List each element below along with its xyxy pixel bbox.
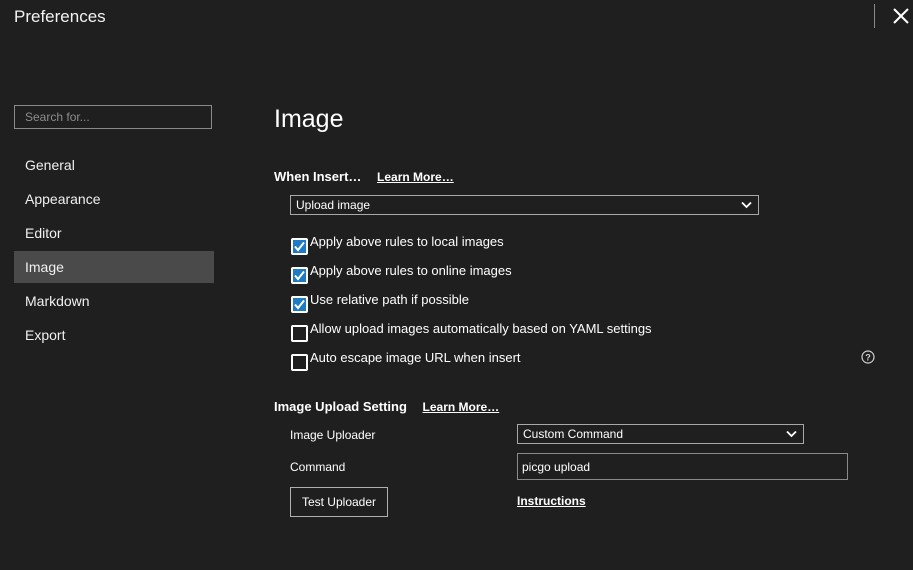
local-images-checkbox[interactable] xyxy=(291,238,308,255)
auto-escape-label: Auto escape image URL when insert xyxy=(310,350,521,365)
question-circle-icon[interactable]: ? xyxy=(861,350,875,364)
relative-path-checkbox[interactable] xyxy=(291,296,308,313)
preferences-window: Preferences General Appearance Editor Im… xyxy=(0,0,913,570)
command-input[interactable] xyxy=(517,453,848,480)
title-divider xyxy=(874,4,875,28)
chevron-down-icon xyxy=(786,430,797,438)
upload-setting-heading: Image Upload Setting xyxy=(274,399,407,414)
when-insert-select[interactable]: Upload image xyxy=(290,195,759,215)
when-insert-section: When Insert… Learn More… xyxy=(274,169,454,184)
command-label: Command xyxy=(290,460,346,474)
image-uploader-label: Image Uploader xyxy=(290,428,376,442)
online-images-checkbox[interactable] xyxy=(291,267,308,284)
checkmark-icon xyxy=(294,299,305,310)
close-button[interactable] xyxy=(888,3,913,29)
instructions-link[interactable]: Instructions xyxy=(517,494,586,508)
window-title: Preferences xyxy=(14,7,106,26)
when-insert-select-value: Upload image xyxy=(296,198,371,212)
sidebar-item-image[interactable]: Image xyxy=(14,251,214,283)
local-images-label: Apply above rules to local images xyxy=(310,234,504,249)
sidebar-item-export[interactable]: Export xyxy=(14,319,214,351)
upload-setting-section: Image Upload Setting Learn More… xyxy=(274,399,499,414)
when-insert-learn-more-link[interactable]: Learn More… xyxy=(377,170,454,184)
chevron-down-icon xyxy=(741,201,752,209)
sidebar-item-general[interactable]: General xyxy=(14,149,214,181)
checkmark-icon xyxy=(294,241,305,252)
close-icon xyxy=(893,8,909,24)
page-title: Image xyxy=(274,105,344,133)
image-uploader-select-value: Custom Command xyxy=(523,427,624,441)
svg-text:?: ? xyxy=(865,352,871,362)
sidebar-item-editor[interactable]: Editor xyxy=(14,217,214,249)
image-uploader-select[interactable]: Custom Command xyxy=(517,424,804,444)
sidebar-item-markdown[interactable]: Markdown xyxy=(14,285,214,317)
checkmark-icon xyxy=(294,270,305,281)
relative-path-label: Use relative path if possible xyxy=(310,292,469,307)
sidebar-item-appearance[interactable]: Appearance xyxy=(14,183,214,215)
when-insert-heading: When Insert… xyxy=(274,169,362,184)
online-images-label: Apply above rules to online images xyxy=(310,263,512,278)
test-uploader-button[interactable]: Test Uploader xyxy=(290,487,388,517)
search-input[interactable] xyxy=(14,105,212,129)
yaml-upload-label: Allow upload images automatically based … xyxy=(310,321,652,336)
upload-setting-learn-more-link[interactable]: Learn More… xyxy=(423,400,500,414)
auto-escape-checkbox[interactable] xyxy=(291,354,308,371)
yaml-upload-checkbox[interactable] xyxy=(291,325,308,342)
sidebar-nav: General Appearance Editor Image Markdown… xyxy=(14,149,214,353)
